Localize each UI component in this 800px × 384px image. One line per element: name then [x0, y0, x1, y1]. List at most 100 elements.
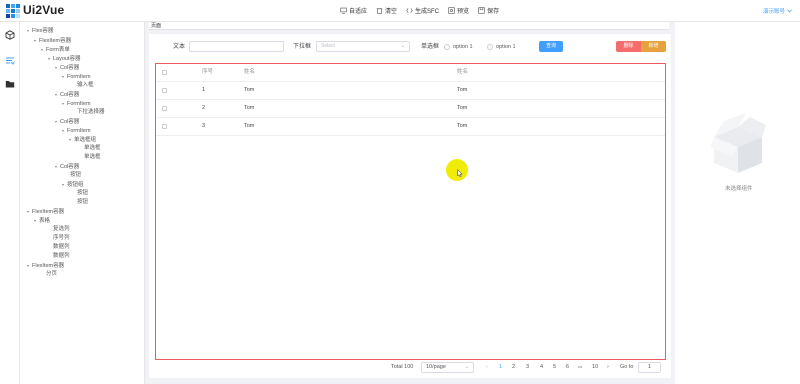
- tree-node[interactable]: 数据列: [48, 243, 70, 252]
- components-tab[interactable]: [3, 28, 17, 42]
- files-tab[interactable]: [3, 77, 17, 91]
- chevron-down-icon: ⌄: [464, 364, 469, 370]
- generate-sfc-label: 生成SFC: [415, 9, 440, 15]
- radio-option-1[interactable]: option 1: [444, 42, 473, 52]
- preview-label: 预览: [457, 9, 470, 15]
- tree-node[interactable]: ▾ Col容器: [55, 90, 79, 99]
- page-button-4[interactable]: 4: [540, 364, 543, 370]
- data-table: 序号 姓名 姓名 1 Tom Tom 2 Tom Tom 3 Tom Tom: [155, 63, 666, 360]
- more-pages-button[interactable]: •••: [578, 364, 582, 369]
- table-row[interactable]: 2 Tom Tom: [156, 100, 665, 118]
- app-header: Ui2Vue 自适应 清空 生成SFC 预览 保存 演示账号: [0, 0, 800, 22]
- radio-circle-icon: [487, 44, 493, 50]
- page-button-2[interactable]: 2: [512, 364, 515, 370]
- tree-node[interactable]: ▾ Col容器: [55, 63, 79, 72]
- tree-node[interactable]: ▾ FormItem: [62, 126, 91, 135]
- text-input[interactable]: [189, 41, 284, 52]
- tree-node-label: FlexItem容器: [32, 263, 65, 269]
- canvas-tab-label: 页面: [151, 23, 162, 29]
- canvas-tab[interactable]: 页面: [149, 22, 669, 30]
- tree-node[interactable]: 下拉选择器: [72, 108, 105, 117]
- tree-node[interactable]: 单选框: [79, 144, 101, 153]
- clear-button[interactable]: 清空: [376, 6, 397, 15]
- radio-field-label: 单选框: [421, 44, 440, 50]
- tree-node[interactable]: 按钮: [65, 171, 81, 180]
- tree-node[interactable]: ▾ Form表单: [41, 45, 70, 54]
- tree-node[interactable]: ▾ FlexItem容器: [27, 207, 64, 216]
- logo-square: [6, 4, 10, 8]
- icon-rail: [0, 22, 20, 384]
- tree-node-label: Col容器: [60, 164, 80, 170]
- tree-node[interactable]: 单选框: [79, 153, 101, 162]
- logo-square: [11, 9, 15, 13]
- tree-node[interactable]: 分页: [41, 270, 57, 279]
- text-field-label: 文本: [173, 44, 186, 50]
- tree-node[interactable]: ▾ Flex容器: [27, 26, 53, 35]
- adaptive-button[interactable]: 自适应: [340, 6, 367, 15]
- page-button-10[interactable]: 10: [592, 364, 598, 370]
- empty-state-text: 未选择组件: [725, 186, 753, 192]
- tree-node[interactable]: 序号列: [48, 234, 70, 243]
- account-menu[interactable]: 演示账号: [763, 7, 792, 15]
- next-page-button[interactable]: ›: [607, 364, 609, 370]
- prev-page-button[interactable]: ‹: [486, 364, 488, 370]
- cell-name-2: Tom: [457, 123, 468, 129]
- code-icon: [406, 8, 413, 13]
- radio-option-label: option 1: [453, 44, 473, 50]
- trash-icon: [376, 8, 383, 14]
- component-tree: ▾ Flex容器 ▾ FlexItem容器 ▾ Form表单 ▾ Layout容器 ▾ Col容器…: [20, 22, 145, 384]
- save-button[interactable]: 保存: [478, 6, 499, 15]
- tree-node[interactable]: ▾ 表格: [34, 216, 50, 225]
- logo-square: [11, 14, 15, 18]
- tree-node[interactable]: 复选列: [48, 225, 70, 234]
- select-input[interactable]: Select ⌄: [316, 41, 410, 52]
- tree-node[interactable]: ▾ 按钮组: [62, 180, 84, 189]
- radio-option-2[interactable]: option 1: [487, 42, 516, 52]
- tree-node[interactable]: 输入框: [72, 81, 94, 90]
- save-label: 保存: [487, 9, 500, 15]
- tree-node[interactable]: 按钮: [72, 198, 88, 207]
- row-checkbox[interactable]: [162, 124, 167, 129]
- query-button[interactable]: 查询: [539, 41, 563, 52]
- page-button-6[interactable]: 6: [566, 364, 569, 370]
- goto-label: Go to: [620, 364, 634, 370]
- cell-name-2: Tom: [457, 87, 468, 93]
- outline-tab[interactable]: [3, 54, 17, 68]
- table-row[interactable]: 3 Tom Tom: [156, 118, 665, 136]
- add-button[interactable]: 新增: [641, 41, 666, 52]
- table-row[interactable]: 1 Tom Tom: [156, 82, 665, 100]
- tree-node[interactable]: ▾ FormItem: [62, 72, 91, 81]
- column-header-index: 序号: [202, 69, 214, 75]
- column-header-name: 姓名: [244, 69, 256, 75]
- preview-button[interactable]: 预览: [448, 6, 469, 15]
- tree-node[interactable]: 数据列: [48, 252, 70, 261]
- page-button-5[interactable]: 5: [553, 364, 556, 370]
- tree-node-label: 序号列: [53, 235, 70, 241]
- logo-square: [6, 9, 10, 13]
- page-size-select[interactable]: 10/page ⌄: [421, 362, 474, 373]
- page-button-3[interactable]: 3: [526, 364, 529, 370]
- tree-node-label: FlexItem容器: [32, 209, 65, 215]
- tree-node-label: 按钮组: [67, 182, 84, 188]
- tree-node[interactable]: 按钮: [72, 189, 88, 198]
- logo-square: [6, 14, 10, 18]
- row-checkbox[interactable]: [162, 106, 167, 111]
- tree-node[interactable]: ▾ Col容器: [55, 117, 79, 126]
- tree-node[interactable]: ▾ 单选框组: [69, 135, 96, 144]
- pagination-total: Total 100: [391, 364, 414, 370]
- page-button-1[interactable]: 1: [499, 364, 502, 370]
- tree-node[interactable]: ▾ FlexItem容器: [34, 36, 71, 45]
- delete-button[interactable]: 删除: [616, 41, 641, 52]
- tree-node-label: 表格: [39, 218, 51, 224]
- tree-node[interactable]: ▾ Col容器: [55, 162, 79, 171]
- logo-square: [16, 4, 20, 8]
- select-all-checkbox[interactable]: [162, 70, 167, 75]
- save-icon: [478, 7, 485, 14]
- tree-node[interactable]: ▾ Layout容器: [48, 54, 81, 63]
- generate-sfc-button[interactable]: 生成SFC: [406, 6, 439, 15]
- row-checkbox[interactable]: [162, 88, 167, 93]
- goto-page-input[interactable]: 1: [638, 362, 661, 373]
- tree-node[interactable]: ▾ FlexItem容器: [27, 261, 64, 270]
- tree-node-label: 单选框: [84, 145, 101, 151]
- tree-node[interactable]: ▾ FormItem: [62, 99, 91, 108]
